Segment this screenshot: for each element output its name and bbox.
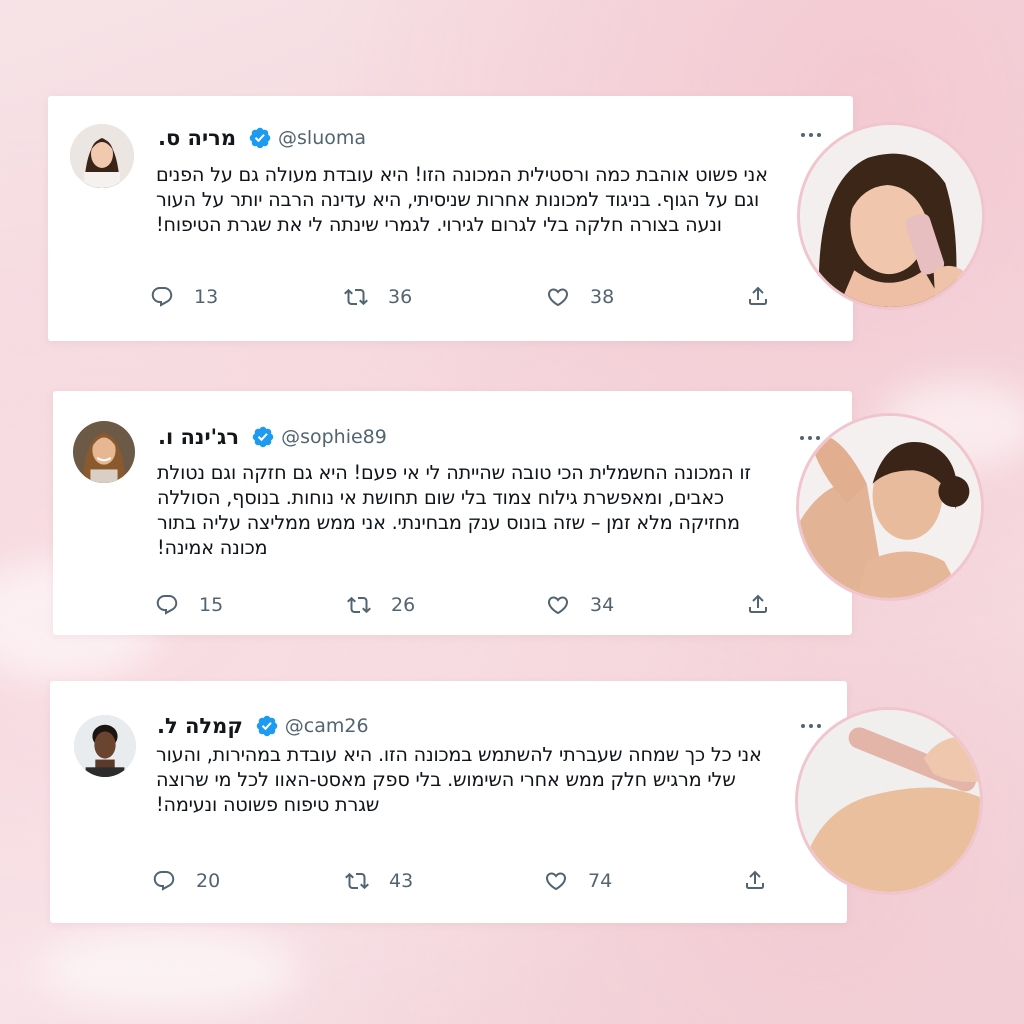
- retweet-icon: [345, 869, 369, 893]
- retweet-button[interactable]: 43: [345, 868, 413, 894]
- like-count: 74: [588, 870, 613, 892]
- tweet-actions: 13 36 38: [150, 284, 793, 310]
- share-icon[interactable]: [746, 284, 770, 308]
- display-name[interactable]: מריה ס.: [158, 126, 236, 150]
- share-icon[interactable]: [746, 592, 770, 616]
- reply-count: 13: [194, 286, 219, 308]
- more-icon[interactable]: [799, 721, 823, 731]
- tweet-header: מריה ס. @sluoma: [158, 122, 366, 154]
- retweet-count: 26: [391, 594, 416, 616]
- reply-button[interactable]: 13: [150, 284, 218, 310]
- user-handle[interactable]: @sophie89: [281, 426, 387, 448]
- tweet-actions: 15 26 34: [155, 592, 792, 618]
- reply-icon: [150, 285, 174, 309]
- heart-icon: [546, 285, 570, 309]
- more-icon[interactable]: [798, 433, 822, 443]
- share-icon[interactable]: [743, 868, 767, 892]
- reply-button[interactable]: 15: [155, 592, 223, 618]
- tweet-header: קמלה ל. @cam26: [157, 710, 369, 742]
- reply-icon: [155, 593, 179, 617]
- background-glare: [40, 930, 300, 1010]
- tweet-card[interactable]: מריה ס. @sluoma אני פשוט אוהבת כמה ורסטי…: [48, 96, 853, 341]
- user-handle[interactable]: @cam26: [285, 715, 369, 737]
- reply-count: 20: [196, 870, 221, 892]
- tweet-actions: 20 43 74: [152, 868, 787, 894]
- more-icon[interactable]: [799, 130, 823, 140]
- like-button[interactable]: 34: [546, 592, 614, 618]
- heart-icon: [544, 869, 568, 893]
- verified-badge-icon: [251, 425, 275, 449]
- product-photo-underarm: [796, 413, 984, 601]
- like-button[interactable]: 74: [544, 868, 612, 894]
- display-name[interactable]: רג'ינה ו.: [158, 425, 239, 449]
- avatar[interactable]: [73, 421, 135, 483]
- retweet-button[interactable]: 36: [344, 284, 412, 310]
- retweet-count: 43: [389, 870, 414, 892]
- tweet-text: זו המכונה החשמלית הכי טובה שהייתה לי אי …: [157, 461, 751, 559]
- product-photo-leg: [795, 707, 983, 895]
- like-count: 34: [590, 594, 615, 616]
- like-count: 38: [590, 286, 615, 308]
- retweet-count: 36: [388, 286, 413, 308]
- reply-count: 15: [199, 594, 224, 616]
- heart-icon: [546, 593, 570, 617]
- reply-button[interactable]: 20: [152, 868, 220, 894]
- reply-icon: [152, 869, 176, 893]
- retweet-icon: [347, 593, 371, 617]
- tweet-header: רג'ינה ו. @sophie89: [158, 421, 387, 453]
- user-handle[interactable]: @sluoma: [278, 127, 366, 149]
- tweet-text: אני כל כך שמחה שעברתי להשתמש במכונה הזו.…: [156, 743, 762, 816]
- verified-badge-icon: [255, 714, 279, 738]
- display-name[interactable]: קמלה ל.: [157, 714, 243, 738]
- product-photo-face: [797, 122, 985, 310]
- retweet-button[interactable]: 26: [347, 592, 415, 618]
- tweet-text: אני פשוט אוהבת כמה ורסטילית המכונה הזו! …: [156, 163, 768, 236]
- retweet-icon: [344, 285, 368, 309]
- verified-badge-icon: [248, 126, 272, 150]
- like-button[interactable]: 38: [546, 284, 614, 310]
- tweet-card[interactable]: רג'ינה ו. @sophie89 זו המכונה החשמלית הכ…: [53, 391, 852, 635]
- avatar[interactable]: [74, 715, 136, 777]
- avatar[interactable]: [70, 124, 134, 188]
- tweet-card[interactable]: קמלה ל. @cam26 אני כל כך שמחה שעברתי להש…: [50, 681, 847, 923]
